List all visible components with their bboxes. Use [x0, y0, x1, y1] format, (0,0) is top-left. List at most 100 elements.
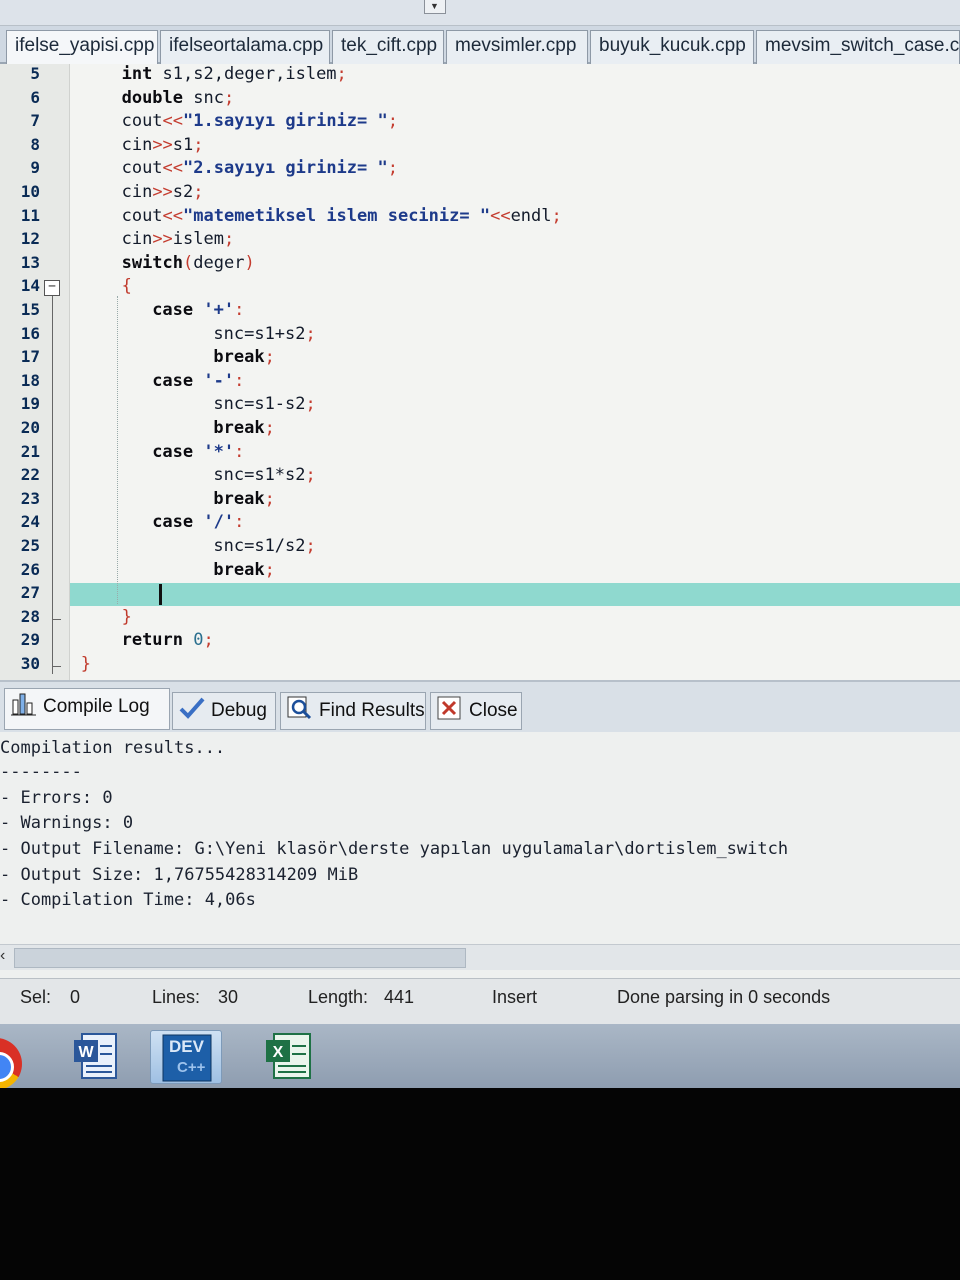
token-op: ;	[223, 229, 235, 250]
token-kw: case	[152, 300, 204, 320]
token-kw: case	[152, 441, 204, 462]
tab-mevsimler[interactable]: mevsimler.cpp	[446, 30, 588, 64]
token: cout	[121, 205, 163, 226]
token-op: :	[234, 370, 245, 391]
code-line: double snc;	[122, 88, 235, 108]
token: snc=s1*s2	[213, 465, 306, 486]
code-line: }	[81, 654, 91, 674]
log-line: - Output Filename: G:\Yeni klasör\derste…	[0, 839, 789, 859]
token-op: :	[234, 300, 245, 320]
code-line: snc=s1-s2;	[213, 394, 315, 414]
line-number: 23	[20, 488, 40, 508]
code-line: cout<<"1.sayıyı giriniz= ";	[122, 111, 398, 131]
token: snc=s1+s2	[213, 323, 306, 344]
token-op: ;	[264, 418, 275, 438]
token-kw: switch	[121, 252, 184, 273]
lines-value: 30	[218, 987, 239, 1007]
code-line: cin>>s2;	[122, 182, 204, 202]
tab-ifelse-yapisi[interactable]: ifelse_yapisi.cpp	[6, 30, 158, 64]
svg-text:W: W	[78, 1044, 94, 1061]
code-line: break;	[213, 418, 274, 438]
fold-line	[52, 296, 53, 674]
code-editor[interactable]: 5 6 7 8 9 10 11 12 13 14 15 16 17 18 19 20 21 22 23 24 25 26 2…	[0, 64, 960, 680]
tab-compile-log[interactable]: Compile Log	[4, 688, 170, 730]
token-op: ;	[305, 465, 316, 486]
horizontal-scrollbar[interactable]: ‹	[0, 944, 960, 970]
token: s2	[172, 182, 194, 202]
token-op: ;	[264, 488, 275, 509]
insert-mode: Insert	[492, 987, 538, 1007]
word-icon[interactable]: W	[64, 1030, 136, 1084]
tab-buyuk-kucuk[interactable]: buyuk_kucuk.cpp	[590, 30, 754, 64]
tab-tek-cift[interactable]: tek_cift.cpp	[332, 30, 444, 64]
line-number: 30	[20, 654, 40, 673]
token-op: <<	[162, 158, 184, 179]
code-line: break;	[213, 347, 274, 367]
line-number: 12	[20, 229, 40, 249]
code-line: cout<<"matemetiksel islem seciniz= "<<en…	[122, 206, 562, 226]
dev-cpp-icon[interactable]: DEV C++	[150, 1030, 222, 1084]
log-line: - Output Size: 1,76755428314209 MiB	[0, 865, 359, 885]
token: cin	[121, 229, 153, 250]
dev-label: DEV	[169, 1037, 204, 1056]
token-op: ;	[551, 205, 562, 226]
token-op: ;	[264, 559, 275, 580]
code-line: case '-':	[152, 371, 244, 391]
code-line: case '/':	[152, 512, 244, 532]
line-number: 9	[30, 158, 40, 178]
line-number: 21	[20, 441, 40, 461]
tab-ifelseortalama[interactable]: ifelseortalama.cpp	[160, 30, 330, 64]
code-line: snc=s1*s2;	[213, 465, 315, 485]
token: s1,s2,deger,islem	[162, 64, 337, 84]
lines-label: Lines:	[152, 987, 201, 1007]
token-op: >>	[152, 134, 173, 155]
tab-find-results[interactable]: Find Results	[280, 692, 426, 730]
fold-toggle-icon[interactable]: −	[44, 280, 60, 297]
token-str: '-'	[203, 370, 235, 391]
token-op: (	[183, 252, 194, 273]
tab-mevsim-switch-case[interactable]: mevsim_switch_case.cpp	[756, 30, 960, 64]
window-top-strip: ▼	[0, 0, 960, 26]
token-op: ;	[305, 323, 316, 344]
tab-debug[interactable]: Debug	[172, 692, 276, 730]
tab-label: ifelse_yapisi.cpp	[15, 35, 155, 56]
token-op: >>	[152, 229, 173, 250]
tab-label: Compile Log	[43, 696, 150, 718]
dev-sub-label: C++	[177, 1059, 206, 1076]
token-kw: break	[213, 347, 265, 368]
tab-label: tek_cift.cpp	[341, 35, 438, 56]
token-op: ;	[264, 347, 275, 368]
compile-log-output[interactable]: Compilation results... -------- - Errors…	[0, 732, 960, 978]
excel-icon[interactable]: X	[254, 1030, 326, 1084]
dropdown-arrow-icon[interactable]: ▼	[424, 0, 446, 14]
tab-close[interactable]: Close	[430, 692, 522, 730]
line-number: 11	[20, 205, 40, 225]
scrollbar-thumb[interactable]	[14, 948, 466, 968]
token-num: 0	[193, 630, 204, 651]
line-number-gutter: 5 6 7 8 9 10 11 12 13 14 15 16 17 18 19 20 21 22 23 24 25 26 2…	[0, 64, 70, 680]
status-bar: Sel: 0 Lines: 30 Length: 441 Insert Done…	[0, 978, 960, 1024]
code-line: return 0;	[122, 630, 214, 650]
token-kw: return	[121, 630, 194, 651]
code-line: cout<<"2.sayıyı giriniz= ";	[122, 158, 398, 178]
token-op: ;	[193, 134, 204, 155]
chrome-icon[interactable]	[0, 1038, 22, 1090]
token-brace: }	[80, 654, 92, 674]
code-line: snc=s1/s2;	[213, 536, 315, 556]
scroll-left-icon[interactable]: ‹	[0, 947, 5, 965]
token-kw: case	[152, 512, 204, 533]
token-op: ;	[223, 87, 235, 108]
token: snc	[193, 87, 224, 108]
tab-label: Close	[469, 700, 518, 722]
taskbar: W DEV C++ X	[0, 1024, 960, 1090]
line-number: 27	[20, 583, 40, 603]
indent-guide	[117, 296, 118, 604]
text-caret	[159, 584, 162, 605]
token: cin	[121, 134, 153, 155]
length-value: 441	[384, 987, 415, 1007]
line-number: 19	[20, 394, 40, 414]
token-kw: break	[213, 488, 265, 509]
token-brace: {	[121, 276, 132, 297]
tab-label: ifelseortalama.cpp	[169, 35, 324, 56]
token: islem	[172, 229, 224, 250]
